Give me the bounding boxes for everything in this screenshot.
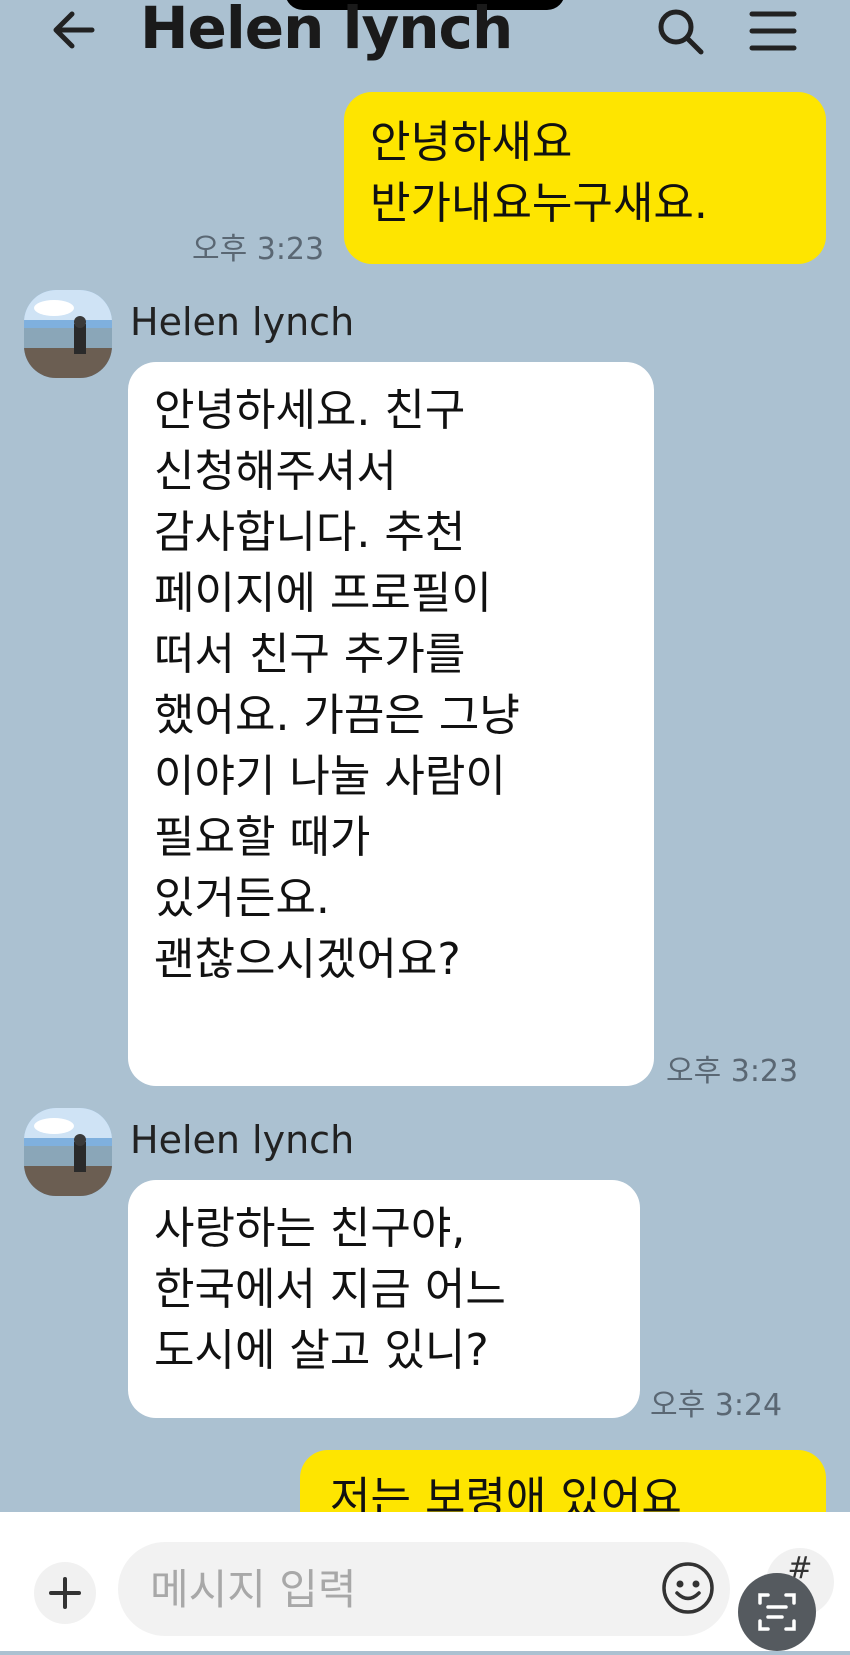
message-line: 안녕하세요. 친구: [154, 385, 466, 436]
message-line: 이야기 나눌 사람이: [154, 751, 506, 802]
hamburger-menu-icon: [749, 11, 797, 51]
composer-bar: #: [0, 1512, 850, 1651]
emoji-icon: [662, 1562, 714, 1614]
plus-icon: [49, 1577, 81, 1609]
message-bubble-received[interactable]: 안녕하세요. 친구 신청해주셔서 감사합니다. 추천 페이지에 프로필이 떠서 …: [128, 362, 654, 1086]
message-line: 감사합니다. 추천: [154, 507, 466, 558]
message-line: 떠서 친구 추가를: [154, 629, 466, 680]
message-line: 페이지에 프로필이: [154, 568, 492, 619]
sender-name: Helen lynch: [130, 300, 355, 344]
scan-text-icon: [758, 1593, 796, 1631]
avatar[interactable]: [24, 1108, 112, 1196]
message-time: 오후 3:23: [666, 1054, 799, 1089]
search-button[interactable]: [655, 6, 705, 56]
chat-title: Helen lynch: [140, 0, 513, 62]
message-line: 신청해주셔서: [154, 446, 397, 497]
message-input[interactable]: [148, 1558, 652, 1620]
message-line: 괜찮으시겠어요?: [154, 934, 461, 985]
sender-name: Helen lynch: [130, 1118, 355, 1162]
chat-header: Helen lynch: [0, 0, 850, 70]
arrow-left-icon: [53, 11, 95, 49]
message-bubble-sent[interactable]: 안녕하새요 반가내요누구새요.: [344, 92, 826, 264]
message-input-box[interactable]: [118, 1542, 730, 1636]
message-line: 반가내요누구새요.: [370, 178, 708, 229]
back-button[interactable]: [48, 6, 104, 54]
emoji-button[interactable]: [658, 1558, 718, 1618]
message-line: 필요할 때가: [154, 812, 371, 863]
scan-text-button[interactable]: [738, 1573, 816, 1651]
avatar[interactable]: [24, 290, 112, 378]
message-bubble-received[interactable]: 사랑하는 친구야, 한국에서 지금 어느 도시에 살고 있니?: [128, 1180, 640, 1418]
message-line: 안녕하새요: [370, 117, 573, 168]
message-line: 있거든요.: [154, 873, 330, 924]
message-time: 오후 3:24: [650, 1388, 783, 1423]
message-line: 사랑하는 친구야,: [154, 1203, 466, 1254]
message-line: 도시에 살고 있니?: [154, 1325, 489, 1376]
menu-button[interactable]: [748, 8, 798, 54]
search-icon: [658, 9, 704, 55]
message-line: 했어요. 가끔은 그냥: [154, 690, 520, 741]
message-line: 한국에서 지금 어느: [154, 1264, 506, 1315]
message-time: 오후 3:23: [192, 232, 325, 267]
add-button[interactable]: [34, 1562, 96, 1624]
